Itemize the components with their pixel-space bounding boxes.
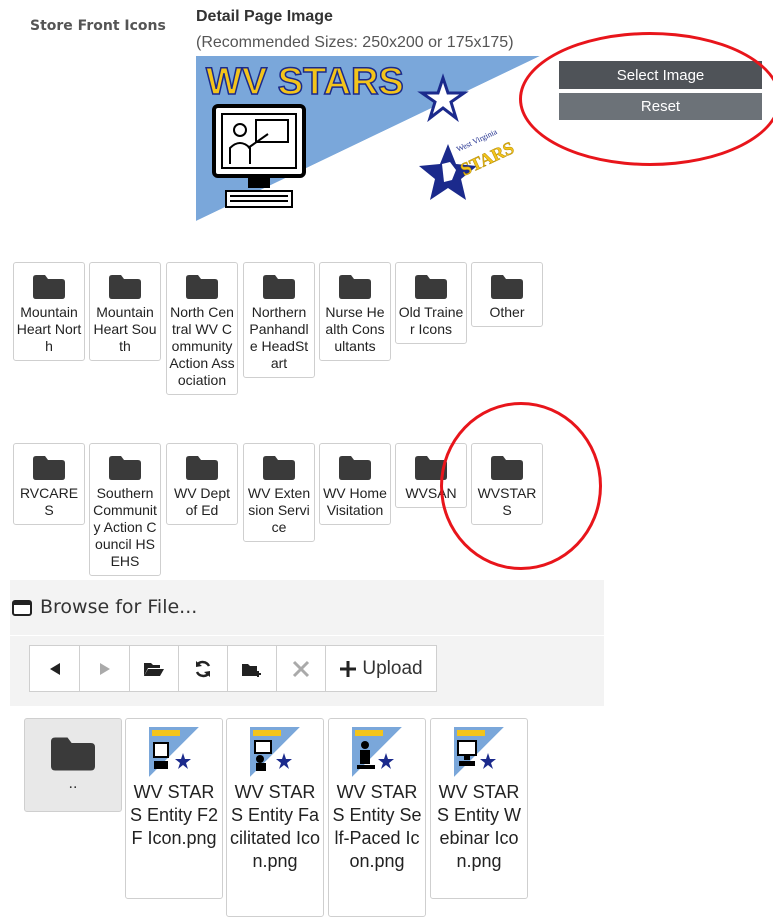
reset-button[interactable]: Reset [559, 93, 762, 120]
folder-icon [186, 275, 218, 299]
upload-button[interactable]: Upload [325, 645, 437, 692]
image-thumbnail-icon [149, 727, 199, 777]
refresh-icon [195, 660, 211, 677]
file-tile-self-paced[interactable]: WV STARS Entity Self-Paced Icon.png [328, 718, 426, 917]
folder-icon [33, 275, 65, 299]
folder-wv-extension-service[interactable]: WV Extension Service [243, 443, 315, 542]
image-thumbnail-icon [250, 727, 300, 777]
folder-nurse-health[interactable]: Nurse Health Consultants [319, 262, 391, 361]
plus-icon [340, 660, 357, 677]
file-label: WV STARS Entity Facilitated Icon.png [229, 782, 321, 871]
folder-icon [491, 456, 523, 480]
folder-icon [186, 456, 218, 480]
parent-folder-tile[interactable]: .. [24, 718, 122, 812]
arrow-left-icon [49, 662, 60, 675]
folder-wv-dept-of-ed[interactable]: WV Dept of Ed [166, 443, 238, 525]
folder-wvstars[interactable]: WVSTARS [471, 443, 543, 525]
folder-label: Mountain Heart North [16, 304, 82, 354]
file-tile-f2f[interactable]: WV STARS Entity F2F Icon.png [125, 718, 223, 899]
folder-label: WV Home Visitation [323, 485, 387, 518]
folder-icon [263, 275, 295, 299]
upload-label: Upload [362, 657, 423, 679]
monitor-teacher-icon [212, 104, 306, 208]
folder-plus-icon [242, 663, 261, 677]
folder-label: Nurse Health Consultants [325, 304, 385, 354]
delete-button[interactable] [276, 645, 326, 692]
folder-label: WV Dept of Ed [173, 485, 230, 518]
folder-icon [51, 737, 95, 771]
folder-label: Mountain Heart South [93, 304, 157, 354]
file-label: WV STARS Entity Self-Paced Icon.png [332, 782, 422, 871]
refresh-button[interactable] [178, 645, 228, 692]
folder-wvsan[interactable]: WVSAN [395, 443, 467, 508]
close-icon [292, 660, 310, 677]
folder-label: Northern Panhandle HeadStart [249, 304, 309, 371]
folder-old-trainer-icons[interactable]: Old Trainer Icons [395, 262, 467, 344]
folder-icon [415, 456, 447, 480]
file-tile-webinar[interactable]: WV STARS Entity Webinar Icon.png [430, 718, 528, 899]
open-folder-button[interactable] [129, 645, 179, 692]
folder-label: Southern Community Action Council HSEHS [93, 485, 157, 569]
store-front-icons-label: Store Front Icons [30, 18, 166, 34]
folder-rvcares[interactable]: RVCARES [13, 443, 85, 525]
recommended-sizes-text: (Recommended Sizes: 250x200 or 175x175) [196, 34, 514, 51]
image-thumbnail-icon [352, 727, 402, 777]
folder-label: North Central WV Community Action Associ… [169, 304, 235, 388]
folder-icon [491, 275, 523, 299]
back-button[interactable] [29, 645, 80, 692]
folder-label: Old Trainer Icons [398, 304, 464, 337]
folder-southern-community-action[interactable]: Southern Community Action Council HSEHS [89, 443, 161, 576]
arrow-right-icon [99, 662, 110, 675]
file-label: WV STARS Entity Webinar Icon.png [436, 782, 521, 871]
folder-mountain-heart-north[interactable]: Mountain Heart North [13, 262, 85, 361]
detail-image-preview: WV STARS West Virginia STARS [196, 56, 540, 221]
detail-page-image-title: Detail Page Image [196, 8, 333, 25]
folder-icon [415, 275, 447, 299]
browse-title: Browse for File... [40, 596, 198, 618]
forward-button[interactable] [79, 645, 130, 692]
folder-label: WVSAN [405, 485, 457, 501]
folder-northern-panhandle[interactable]: Northern Panhandle HeadStart [243, 262, 315, 378]
folder-other[interactable]: Other [471, 262, 543, 327]
folder-icon [109, 275, 141, 299]
folder-north-central-wv[interactable]: North Central WV Community Action Associ… [166, 262, 238, 395]
file-tile-facilitated[interactable]: WV STARS Entity Facilitated Icon.png [226, 718, 324, 917]
folder-label: WVSTARS [477, 485, 537, 518]
folder-label: Other [489, 304, 525, 320]
folder-icon [109, 456, 141, 480]
parent-folder-label: .. [68, 775, 78, 792]
folder-icon [339, 456, 371, 480]
folder-icon [263, 456, 295, 480]
select-image-button[interactable]: Select Image [559, 61, 762, 89]
file-label: WV STARS Entity F2F Icon.png [129, 782, 219, 848]
image-thumbnail-icon [454, 727, 504, 777]
folder-icon [33, 456, 65, 480]
folder-label: WV Extension Service [247, 485, 311, 535]
banner-title: WV STARS [206, 61, 404, 103]
folder-mountain-heart-south[interactable]: Mountain Heart South [89, 262, 161, 361]
window-icon [12, 600, 32, 616]
folder-icon [339, 275, 371, 299]
folder-label: RVCARES [19, 485, 79, 518]
folder-wv-home-visitation[interactable]: WV Home Visitation [319, 443, 391, 525]
folder-open-icon [144, 662, 164, 676]
new-folder-button[interactable] [227, 645, 277, 692]
